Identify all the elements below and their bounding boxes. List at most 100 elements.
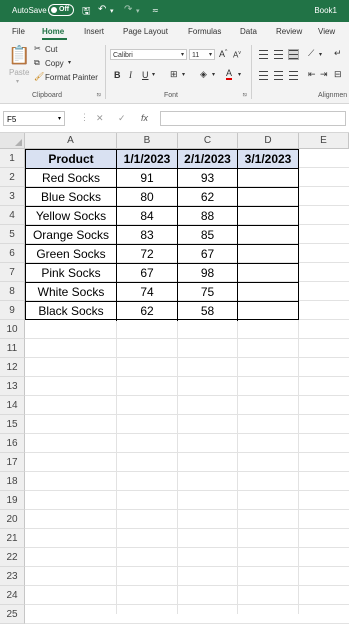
tab-review[interactable]: Review [276,27,302,36]
paste-button[interactable]: Paste [9,68,29,77]
row-header[interactable]: 19 [0,491,25,510]
row-header[interactable]: 15 [0,415,25,434]
tab-formulas[interactable]: Formulas [188,27,221,36]
header-cell-product[interactable]: Product [26,150,117,169]
value-cell[interactable]: 74 [117,283,178,302]
orientation-icon[interactable]: ⟋ [308,48,314,59]
increase-font-size-button[interactable]: A^ [219,49,227,59]
select-all-button[interactable] [0,133,25,149]
bold-button[interactable]: B [114,70,121,80]
tab-view[interactable]: View [318,27,335,36]
fill-color-dropdown-icon[interactable]: ▾ [212,71,215,78]
redo-icon[interactable]: ↷ [124,4,132,15]
copy-button[interactable]: Copy [45,59,64,68]
row-header[interactable]: 6 [0,244,25,263]
row-header[interactable]: 2 [0,168,25,187]
value-cell[interactable]: 75 [178,283,238,302]
font-dialog-launcher-icon[interactable]: ⧅ [243,92,247,99]
value-cell[interactable] [238,245,298,264]
row-header[interactable]: 9 [0,301,25,320]
row-header[interactable]: 22 [0,548,25,567]
align-left-icon[interactable] [259,71,268,80]
row-header[interactable]: 1 [0,149,25,168]
header-cell-date[interactable]: 2/1/2023 [178,150,238,169]
value-cell[interactable]: 84 [117,207,178,226]
tab-page-layout[interactable]: Page Layout [123,27,168,36]
row-header[interactable]: 12 [0,358,25,377]
column-header-c[interactable]: C [178,133,238,149]
value-cell[interactable] [238,283,298,302]
row-header[interactable]: 24 [0,586,25,605]
value-cell[interactable]: 72 [117,245,178,264]
row-header[interactable]: 3 [0,187,25,206]
autosave-toggle[interactable]: Off [48,4,74,16]
font-color-dropdown-icon[interactable]: ▾ [238,71,241,78]
decrease-indent-icon[interactable]: ⇤ [308,69,316,80]
column-header-d[interactable]: D [238,133,299,149]
customize-toolbar-icon[interactable]: ≂ [152,6,159,15]
clipboard-dialog-launcher-icon[interactable]: ⧅ [97,92,101,99]
bottom-align-icon[interactable] [288,49,299,60]
undo-icon[interactable]: ↶ [98,4,106,15]
product-cell[interactable]: Orange Socks [26,226,117,245]
value-cell[interactable]: 93 [178,169,238,188]
save-icon[interactable]: 🖫 [82,4,91,21]
product-cell[interactable]: Green Socks [26,245,117,264]
row-header[interactable]: 18 [0,472,25,491]
value-cell[interactable] [238,169,298,188]
formula-input[interactable] [160,111,346,126]
column-header-e[interactable]: E [299,133,349,149]
header-cell-date[interactable]: 1/1/2023 [117,150,178,169]
row-header[interactable]: 5 [0,225,25,244]
row-header[interactable]: 10 [0,320,25,339]
row-header[interactable]: 8 [0,282,25,301]
increase-indent-icon[interactable]: ⇥ [320,69,328,80]
value-cell[interactable] [238,226,298,245]
row-header[interactable]: 14 [0,396,25,415]
tab-file[interactable]: File [12,27,25,36]
cut-icon[interactable]: ✂ [34,44,41,53]
align-center-icon[interactable] [274,71,283,80]
paste-icon[interactable]: 📋 [8,45,30,66]
font-color-icon[interactable]: A [226,68,233,80]
middle-align-icon[interactable] [274,50,283,59]
wrap-text-icon[interactable]: ↵ [334,48,342,59]
insert-function-button[interactable]: fx [141,113,148,123]
decrease-font-size-button[interactable]: Av [233,50,241,60]
merge-center-icon[interactable]: ⊟ [334,69,342,80]
align-right-icon[interactable] [289,71,298,80]
column-header-b[interactable]: B [117,133,178,149]
product-cell[interactable]: Black Socks [26,302,117,321]
value-cell[interactable]: 67 [117,264,178,283]
row-header[interactable]: 20 [0,510,25,529]
row-header[interactable]: 25 [0,605,25,624]
row-header[interactable]: 17 [0,453,25,472]
product-cell[interactable]: Red Socks [26,169,117,188]
name-box[interactable]: F5 ▾ [3,111,65,126]
worksheet-grid[interactable]: A B C D E 1 2 3 4 5 6 7 8 9 10 11 12 13 14 15 16 17 18 19 2… [0,133,349,624]
underline-dropdown-icon[interactable]: ▾ [152,71,155,78]
font-size-select[interactable]: 11 ▾ [189,49,215,60]
product-cell[interactable]: White Socks [26,283,117,302]
value-cell[interactable]: 85 [178,226,238,245]
product-cell[interactable]: Blue Socks [26,188,117,207]
row-header[interactable]: 7 [0,263,25,282]
italic-button[interactable]: I [129,70,132,80]
font-name-select[interactable]: Calibri ▾ [110,49,187,60]
borders-icon[interactable]: ⊞ [170,69,178,80]
row-header[interactable]: 23 [0,567,25,586]
row-header[interactable]: 4 [0,206,25,225]
value-cell[interactable]: 88 [178,207,238,226]
value-cell[interactable]: 91 [117,169,178,188]
value-cell[interactable]: 58 [178,302,238,321]
value-cell[interactable]: 80 [117,188,178,207]
row-header[interactable]: 11 [0,339,25,358]
value-cell[interactable] [238,264,298,283]
row-header[interactable]: 13 [0,377,25,396]
column-header-a[interactable]: A [25,133,117,149]
format-painter-button[interactable]: Format Painter [45,73,98,82]
tab-data[interactable]: Data [240,27,257,36]
undo-dropdown-icon[interactable]: ▾ [110,7,114,15]
format-painter-icon[interactable]: 🖌 [34,72,44,81]
header-cell-date[interactable]: 3/1/2023 [238,150,298,169]
